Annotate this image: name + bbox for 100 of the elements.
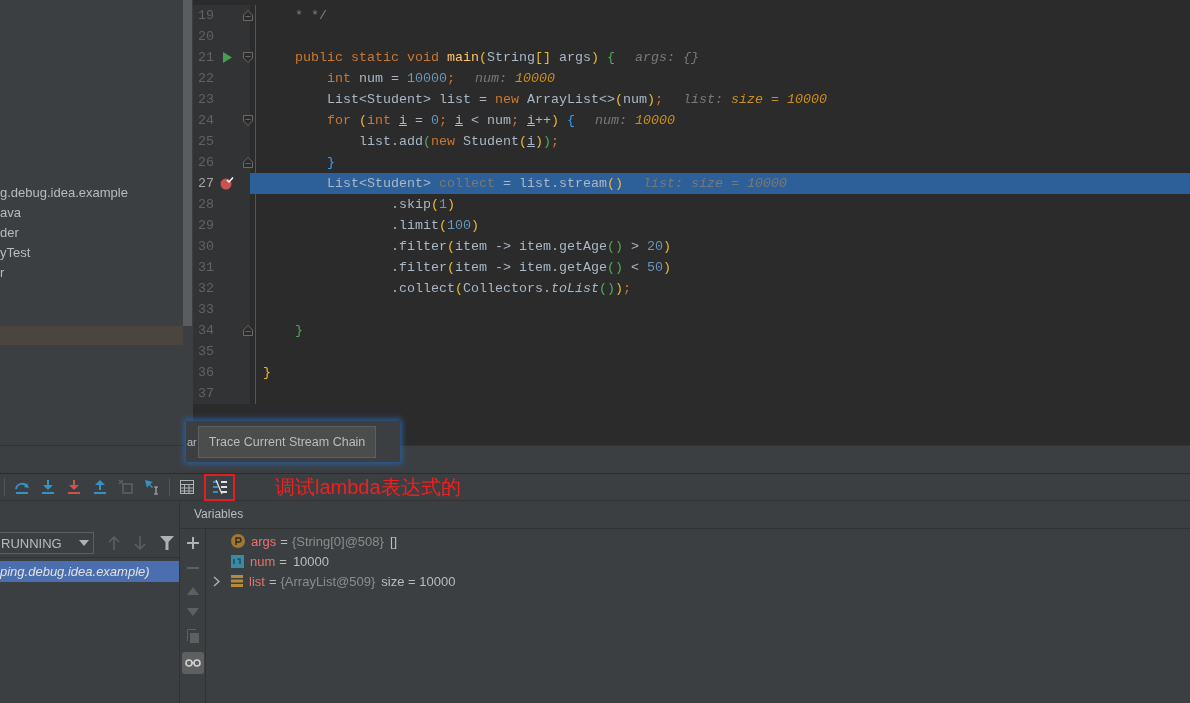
code-token: ( [447,239,455,254]
filter-icon[interactable] [160,536,174,550]
drop-frame-icon[interactable] [118,479,134,495]
code-token: ) [614,281,623,296]
stack-frame[interactable]: ping.debug.idea.example) [0,561,179,582]
code-token: 20 [646,239,663,254]
code-token: for [327,113,351,128]
code-token: 100 [447,218,471,233]
trace-stream-button[interactable] [204,473,235,501]
code-token: > [630,239,639,254]
variable-value: 10000 [292,553,330,569]
tree-item[interactable]: yTest [0,243,193,263]
up-arrow-icon[interactable] [108,536,120,550]
tree-item[interactable]: der [0,223,193,243]
trace-stream-icon [211,479,228,495]
code-token: i [455,113,463,128]
force-step-into-icon[interactable] [66,479,82,495]
object-reference: {ArrayList@509} [280,573,376,589]
code-token: ) [662,260,671,275]
code-token: = [415,113,423,128]
code-token: < [630,260,639,275]
step-out-icon[interactable] [92,479,108,495]
code-token: .filter [391,260,447,275]
code-token: ( [431,197,439,212]
panel-title: Variables [180,501,1190,529]
fold-icon[interactable] [242,325,253,336]
thread-dropdown[interactable]: RUNNING [0,532,94,554]
code-token: ( [614,92,623,107]
fold-icon[interactable] [242,115,253,126]
fold-icon[interactable] [242,52,253,63]
breakpoint-icon[interactable] [220,177,234,190]
code-token: collect [439,176,495,191]
run-icon[interactable] [222,52,232,63]
code-token: < num [471,113,511,128]
code-token: } [327,155,335,170]
code-token: () [606,239,623,254]
calculator-icon[interactable] [179,479,195,495]
variable-value: [] [389,533,398,549]
annotation-text: 调试lambda表达式的 [275,474,461,500]
code-token: public static void [295,50,439,65]
code-token: { [567,113,575,128]
code-token: i [527,113,535,128]
code-token: .limit [391,218,439,233]
code-token: [] [534,50,551,65]
code-token: 1 [439,197,447,212]
code-token: ) [471,218,479,233]
code-token: .filter [391,239,447,254]
code-token: 0 [431,113,439,128]
code-token: ; [511,113,519,128]
caret-icon [79,540,89,546]
fold-icon[interactable] [242,10,253,21]
code-token: () [598,281,615,296]
code-token: num = [359,71,399,86]
code-token: 50 [646,260,663,275]
variable-name[interactable]: args [251,533,277,549]
up-icon[interactable] [186,587,199,595]
scrollbar[interactable] [183,0,192,326]
code-token: ; [622,281,631,296]
code-token: ( [478,50,487,65]
watches-toggle[interactable] [181,652,204,674]
variable-name[interactable]: list [249,573,265,589]
code-token: String [486,50,535,65]
variable-name[interactable]: num [250,553,276,569]
code-token: ) [551,113,559,128]
hint-value: size = 10000 [690,176,787,191]
hint-value: 10000 [515,71,555,86]
step-into-icon[interactable] [40,479,56,495]
code-token: ; [551,134,559,149]
code-token: .skip [391,197,431,212]
hint-value: {} [682,50,699,65]
code-token: .collect [391,281,455,296]
code-token: 10000 [407,71,447,86]
tree-item[interactable]: ava [0,203,193,223]
hint-label: num: [595,113,627,128]
run-to-cursor-icon[interactable] [144,479,160,495]
tree-item[interactable]: r [0,263,193,283]
code-token: new [494,92,519,107]
code-token: { [606,50,615,65]
code-token: i [399,113,407,128]
add-icon[interactable] [186,537,199,549]
operator: = [280,533,288,549]
code-token: ( [519,134,527,149]
fold-icon[interactable] [242,157,253,168]
tree-item[interactable]: g.debug.idea.example [0,183,193,203]
copy-icon[interactable] [186,629,199,643]
code-token: Student [463,134,519,149]
glasses-icon [184,659,201,667]
down-arrow-icon[interactable] [134,536,146,550]
hint-label: list: [642,176,683,191]
code-token: ) [646,92,655,107]
tooltip: Trace Current Stream Chain [197,425,377,458]
code-token: item -> item.getAge [455,239,607,254]
code-token: ) [543,134,551,149]
code-token: list.add [359,134,423,149]
code-token: ( [439,218,447,233]
expand-icon[interactable] [213,575,220,587]
hint-label: args: [634,50,675,65]
down-icon[interactable] [186,608,199,616]
operator: = [279,553,287,569]
code-token: ( [447,260,455,275]
